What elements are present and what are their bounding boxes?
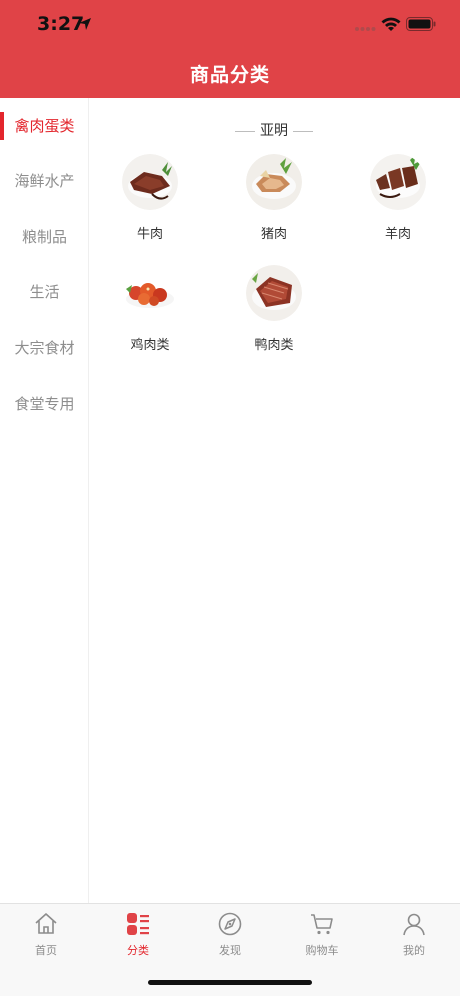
tab-category[interactable]: 分类 [92,904,184,964]
divider-line [293,131,313,132]
tab-label: 购物车 [305,944,339,957]
product-pork[interactable]: 猪肉 [224,154,324,254]
product-chicken[interactable]: 鸡肉类 [100,265,200,365]
product-label: 牛肉 [136,227,163,242]
duck-image [246,265,302,321]
home-indicator [148,980,312,985]
tab-cart[interactable]: 购物车 [276,904,368,964]
wifi-icon [381,17,401,31]
cart-icon [311,914,333,935]
section-title: 亚明 [235,121,313,141]
sidebar-item-daily-life[interactable]: 生活 [0,264,89,320]
home-icon [35,913,57,934]
sidebar-item-canteen-special[interactable]: 食堂专用 [0,376,89,432]
divider-line [235,131,255,132]
product-beef[interactable]: 牛肉 [100,154,200,254]
sidebar-item-grain-products[interactable]: 粮制品 [0,209,89,265]
product-label: 羊肉 [384,227,411,242]
chicken-image [122,265,178,321]
tab-label: 分类 [127,944,149,957]
tab-label: 首页 [35,944,57,957]
product-label: 猪肉 [260,227,287,242]
beef-image [122,154,178,210]
battery-icon [406,17,436,31]
sidebar-item-bulk-ingredients[interactable]: 大宗食材 [0,320,89,376]
product-lamb[interactable]: 羊肉 [348,154,448,254]
lamb-image [370,154,426,210]
product-label: 鸡肉类 [130,338,170,353]
signal-icon [355,27,376,31]
tab-label: 发现 [219,944,241,957]
discover-icon [218,912,242,936]
tab-discover[interactable]: 发现 [184,904,276,964]
tab-profile[interactable]: 我的 [368,904,460,964]
profile-icon [403,913,425,936]
pork-image [246,154,302,210]
product-duck[interactable]: 鸭肉类 [224,265,324,365]
sidebar-item-poultry-meat-eggs[interactable]: 禽肉蛋类 [0,98,89,154]
tab-home[interactable]: 首页 [0,904,92,964]
section-title-text: 亚明 [260,123,288,139]
page-title: 商品分类 [189,64,270,86]
category-icon [127,913,149,935]
location-arrow-icon [79,18,91,30]
sidebar-item-seafood[interactable]: 海鲜水产 [0,153,89,209]
tab-label: 我的 [403,944,425,957]
status-bar: 3:27 [0,0,460,50]
header-bar: 3:27 商品分类 [0,0,460,98]
category-sidebar: 禽肉蛋类 海鲜水产 粮制品 生活 大宗食材 食堂专用 [0,98,89,904]
product-label: 鸭肉类 [254,338,294,353]
